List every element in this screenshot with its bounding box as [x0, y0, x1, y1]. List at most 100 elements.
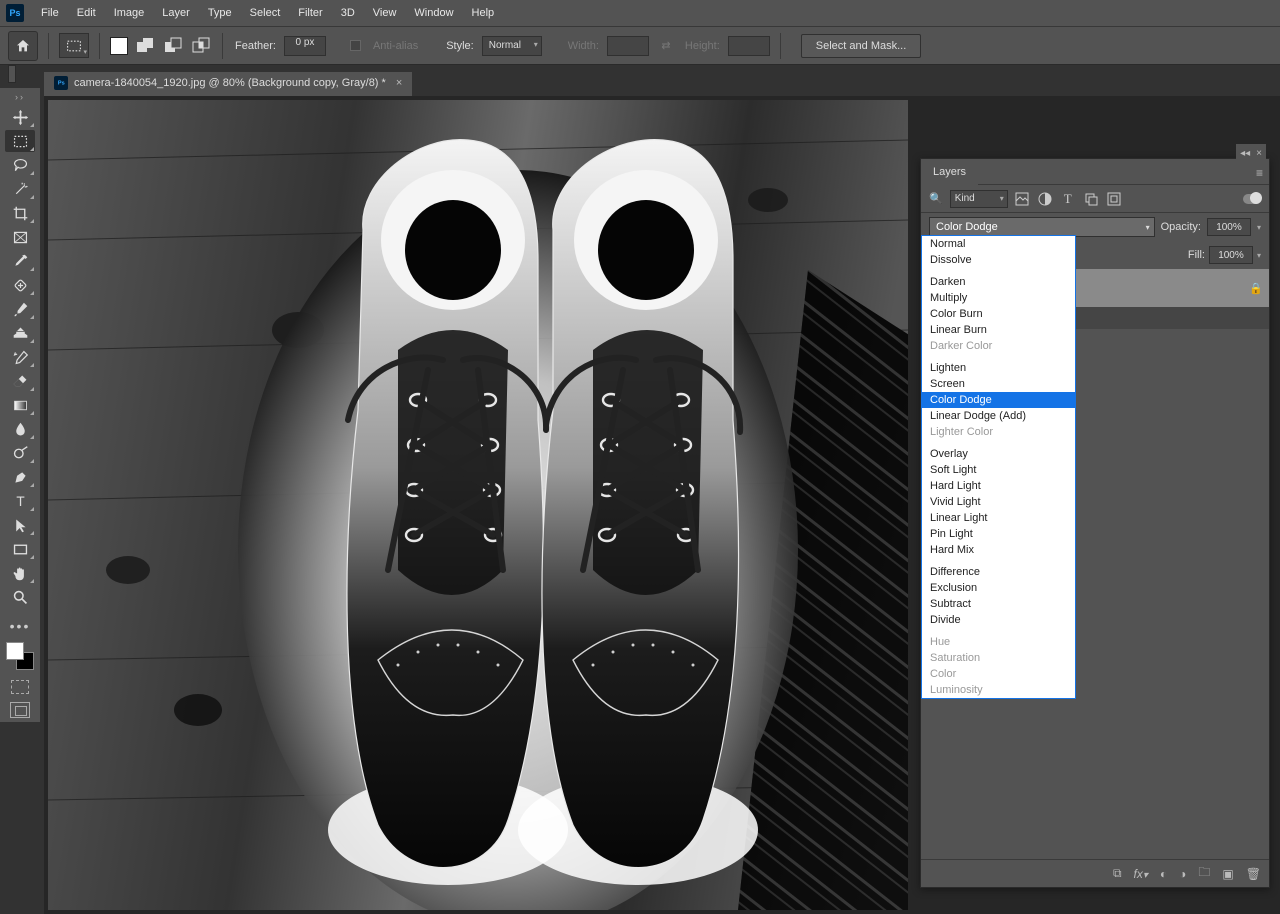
- antialias-label: Anti-alias: [373, 40, 418, 52]
- group-icon[interactable]: 🗀: [1198, 863, 1210, 884]
- quick-mask-icon[interactable]: [11, 680, 29, 694]
- lasso-tool[interactable]: [5, 154, 35, 176]
- menu-help[interactable]: Help: [463, 0, 504, 27]
- filter-toggle[interactable]: [1243, 194, 1261, 204]
- blend-option[interactable]: Soft Light: [922, 462, 1075, 478]
- blur-tool[interactable]: [5, 418, 35, 440]
- history-brush-tool[interactable]: [5, 346, 35, 368]
- clone-stamp-tool[interactable]: [5, 322, 35, 344]
- edit-toolbar[interactable]: •••: [10, 618, 31, 634]
- dodge-tool[interactable]: [5, 442, 35, 464]
- new-selection-icon[interactable]: [110, 37, 128, 55]
- tools-panel: ›› T •••: [0, 88, 40, 722]
- pen-tool[interactable]: [5, 466, 35, 488]
- menu-window[interactable]: Window: [405, 0, 462, 27]
- menu-type[interactable]: Type: [199, 0, 241, 27]
- close-panel-icon[interactable]: ×: [1256, 148, 1262, 159]
- menu-file[interactable]: File: [32, 0, 68, 27]
- hand-tool[interactable]: [5, 562, 35, 584]
- add-to-selection-icon[interactable]: [134, 35, 156, 57]
- brush-tool[interactable]: [5, 298, 35, 320]
- intersect-selection-icon[interactable]: [190, 35, 212, 57]
- blend-option[interactable]: Subtract: [922, 596, 1075, 612]
- frame-tool[interactable]: [5, 226, 35, 248]
- mask-icon[interactable]: ◐: [1160, 867, 1167, 881]
- blend-option[interactable]: Lighten: [922, 360, 1075, 376]
- blend-option[interactable]: Linear Dodge (Add): [922, 408, 1075, 424]
- filter-shape-icon[interactable]: [1082, 190, 1100, 208]
- collapse-icon[interactable]: ◂◂: [1240, 148, 1250, 159]
- blend-option[interactable]: Linear Light: [922, 510, 1075, 526]
- panel-menu-icon[interactable]: ≡: [1256, 166, 1263, 180]
- blend-option[interactable]: Vivid Light: [922, 494, 1075, 510]
- blend-option[interactable]: Dissolve: [922, 252, 1075, 268]
- crop-tool[interactable]: [5, 202, 35, 224]
- menu-layer[interactable]: Layer: [153, 0, 199, 27]
- rectangle-tool[interactable]: [5, 538, 35, 560]
- zoom-tool[interactable]: [5, 586, 35, 608]
- close-tab-icon[interactable]: ×: [396, 77, 402, 89]
- filter-adjustment-icon[interactable]: [1036, 190, 1054, 208]
- opacity-input[interactable]: 100%: [1207, 218, 1251, 236]
- blend-option[interactable]: Pin Light: [922, 526, 1075, 542]
- layers-tab[interactable]: Layers: [921, 159, 978, 185]
- path-selection-tool[interactable]: [5, 514, 35, 536]
- blend-mode-select[interactable]: Color Dodge▾: [929, 217, 1155, 237]
- style-select[interactable]: Normal▾: [482, 36, 542, 56]
- fill-input[interactable]: 100%: [1209, 246, 1253, 264]
- delete-layer-icon[interactable]: 🗑: [1246, 867, 1261, 881]
- screen-mode-icon[interactable]: [10, 702, 30, 718]
- filter-pixel-icon[interactable]: [1013, 190, 1031, 208]
- marquee-tool[interactable]: [5, 130, 35, 152]
- move-tool[interactable]: [5, 106, 35, 128]
- fx-icon[interactable]: fx▾: [1134, 867, 1148, 881]
- adjustment-layer-icon[interactable]: ◑: [1179, 867, 1186, 881]
- document-tab[interactable]: Ps camera-1840054_1920.jpg @ 80% (Backgr…: [44, 72, 412, 96]
- lock-icon[interactable]: 🔒: [1249, 282, 1263, 295]
- blend-option[interactable]: Screen: [922, 376, 1075, 392]
- blend-option[interactable]: Exclusion: [922, 580, 1075, 596]
- foreground-background-swatch[interactable]: [6, 642, 34, 670]
- marquee-tool-preset[interactable]: ▾: [59, 33, 89, 58]
- blend-option[interactable]: Hard Mix: [922, 542, 1075, 558]
- menu-view[interactable]: View: [364, 0, 406, 27]
- menu-edit[interactable]: Edit: [68, 0, 105, 27]
- new-layer-icon[interactable]: ▣: [1222, 867, 1233, 881]
- home-button[interactable]: [8, 31, 38, 61]
- menubar: Ps FileEditImageLayerTypeSelectFilter3DV…: [0, 0, 1280, 27]
- type-tool[interactable]: T: [5, 490, 35, 512]
- gradient-tool[interactable]: [5, 394, 35, 416]
- blend-option[interactable]: Normal: [922, 236, 1075, 252]
- blend-option[interactable]: Divide: [922, 612, 1075, 628]
- magic-wand-tool[interactable]: [5, 178, 35, 200]
- collapsed-panel-strip[interactable]: [8, 65, 16, 83]
- select-and-mask-button[interactable]: Select and Mask...: [801, 34, 922, 58]
- blend-option[interactable]: Hard Light: [922, 478, 1075, 494]
- eraser-tool[interactable]: [5, 370, 35, 392]
- blend-option[interactable]: Overlay: [922, 446, 1075, 462]
- link-layers-icon[interactable]: ⧉: [1113, 866, 1122, 881]
- fill-dropdown-icon[interactable]: ▾: [1257, 251, 1261, 260]
- layers-panel: Layers ≡ 🔍 Kind▾ T Color Dodge▾ Opacity:…: [920, 158, 1270, 888]
- menu-filter[interactable]: Filter: [289, 0, 331, 27]
- blend-option[interactable]: Linear Burn: [922, 322, 1075, 338]
- filter-kind-select[interactable]: Kind▾: [950, 190, 1008, 208]
- blend-option[interactable]: Color Burn: [922, 306, 1075, 322]
- blend-option[interactable]: Multiply: [922, 290, 1075, 306]
- blend-option[interactable]: Difference: [922, 564, 1075, 580]
- opacity-dropdown-icon[interactable]: ▾: [1257, 223, 1261, 232]
- subtract-selection-icon[interactable]: [162, 35, 184, 57]
- antialias-checkbox: [350, 40, 361, 51]
- menu-3d[interactable]: 3D: [332, 0, 364, 27]
- height-input: [728, 36, 770, 56]
- menu-select[interactable]: Select: [241, 0, 290, 27]
- feather-input[interactable]: 0 px: [284, 36, 326, 56]
- canvas[interactable]: [48, 100, 908, 910]
- healing-brush-tool[interactable]: [5, 274, 35, 296]
- blend-option[interactable]: Darken: [922, 274, 1075, 290]
- filter-type-icon[interactable]: T: [1059, 190, 1077, 208]
- filter-smart-icon[interactable]: [1105, 190, 1123, 208]
- blend-option[interactable]: Color Dodge: [922, 392, 1075, 408]
- menu-image[interactable]: Image: [105, 0, 154, 27]
- eyedropper-tool[interactable]: [5, 250, 35, 272]
